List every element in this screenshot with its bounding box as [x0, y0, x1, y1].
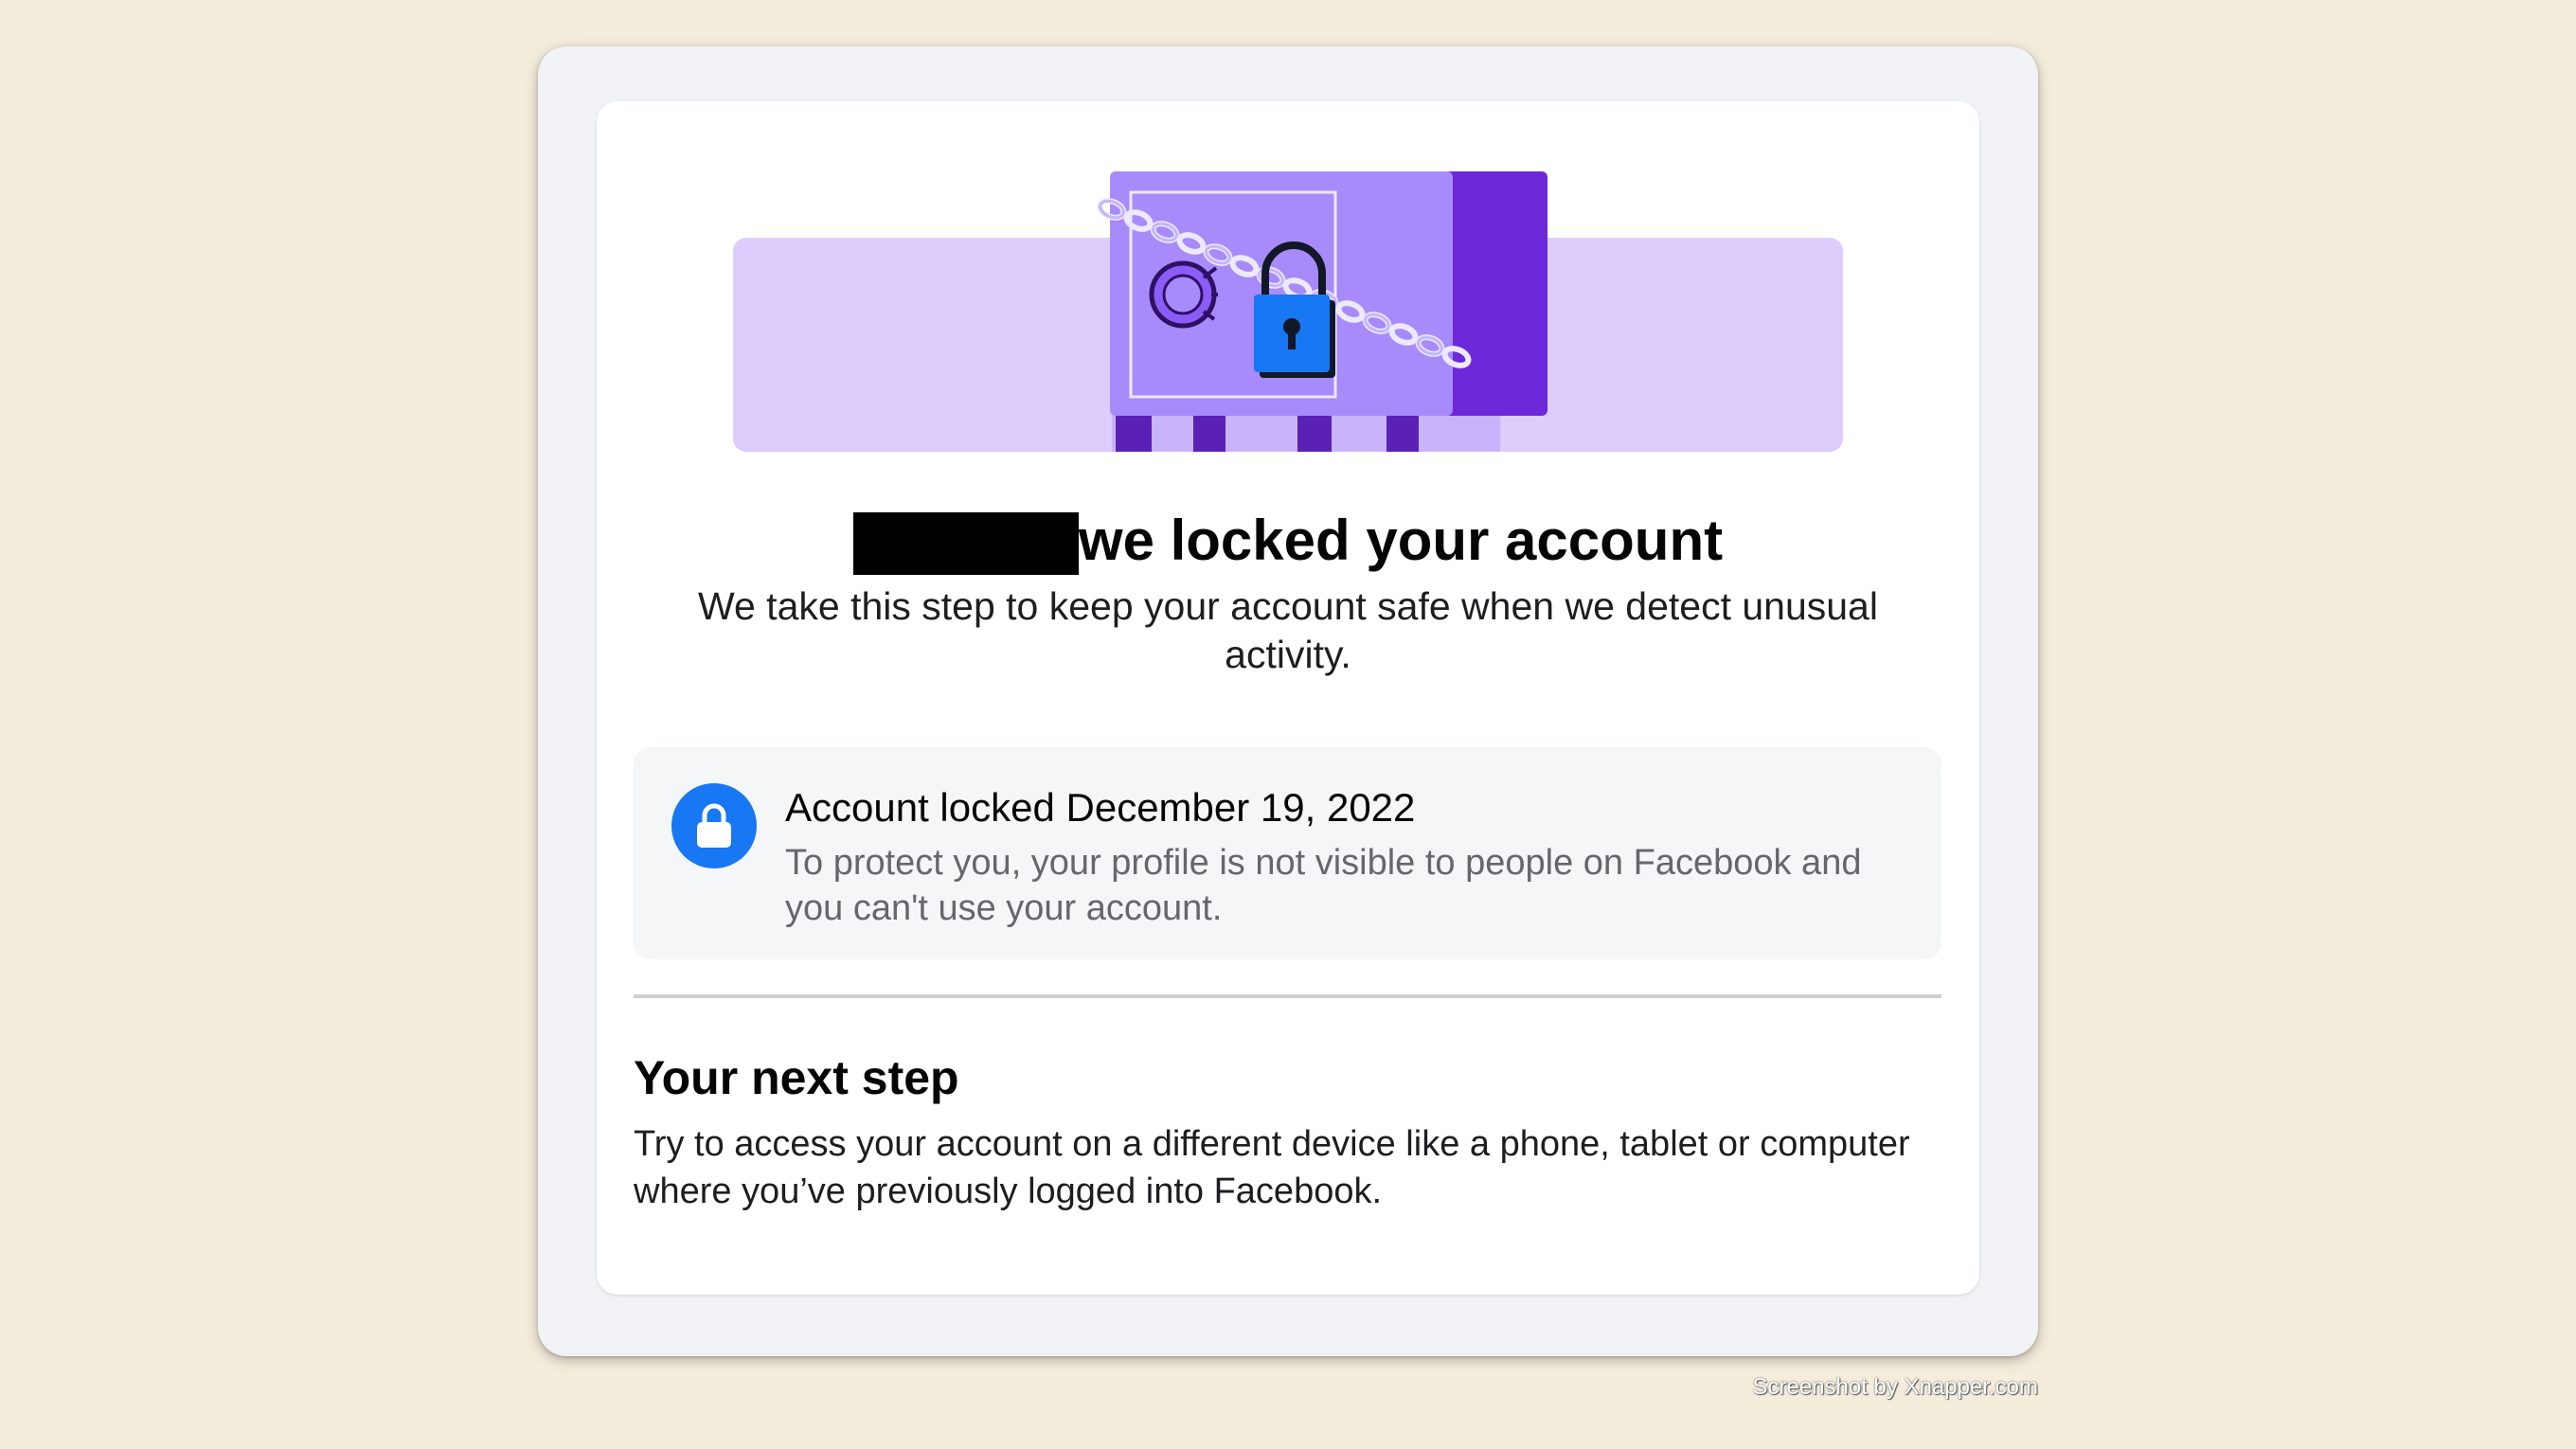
redacted-name-block — [852, 512, 1079, 575]
next-step-description: Try to access your account on a differen… — [634, 1124, 1910, 1211]
account-status-box: Account locked December 19, 2022 To prot… — [634, 747, 1941, 959]
watermark-text: Screenshot by Xnapper.com — [1752, 1374, 2038, 1400]
page-subtitle: We take this step to keep your account s… — [698, 584, 1878, 676]
page-title-text: we locked your account — [1078, 509, 1724, 572]
lock-icon — [671, 783, 757, 868]
section-divider — [634, 994, 1941, 998]
locked-account-card: we locked your account We take this step… — [597, 101, 1979, 1295]
locked-safe-illustration — [733, 171, 1843, 452]
status-title: Account locked December 19, 2022 — [785, 785, 1416, 830]
next-step-title: Your next step — [634, 1051, 959, 1104]
page-title: we locked your account — [597, 505, 1979, 577]
status-description: To protect you, your profile is not visi… — [785, 843, 1862, 928]
screenshot-frame: we locked your account We take this step… — [538, 46, 2038, 1356]
